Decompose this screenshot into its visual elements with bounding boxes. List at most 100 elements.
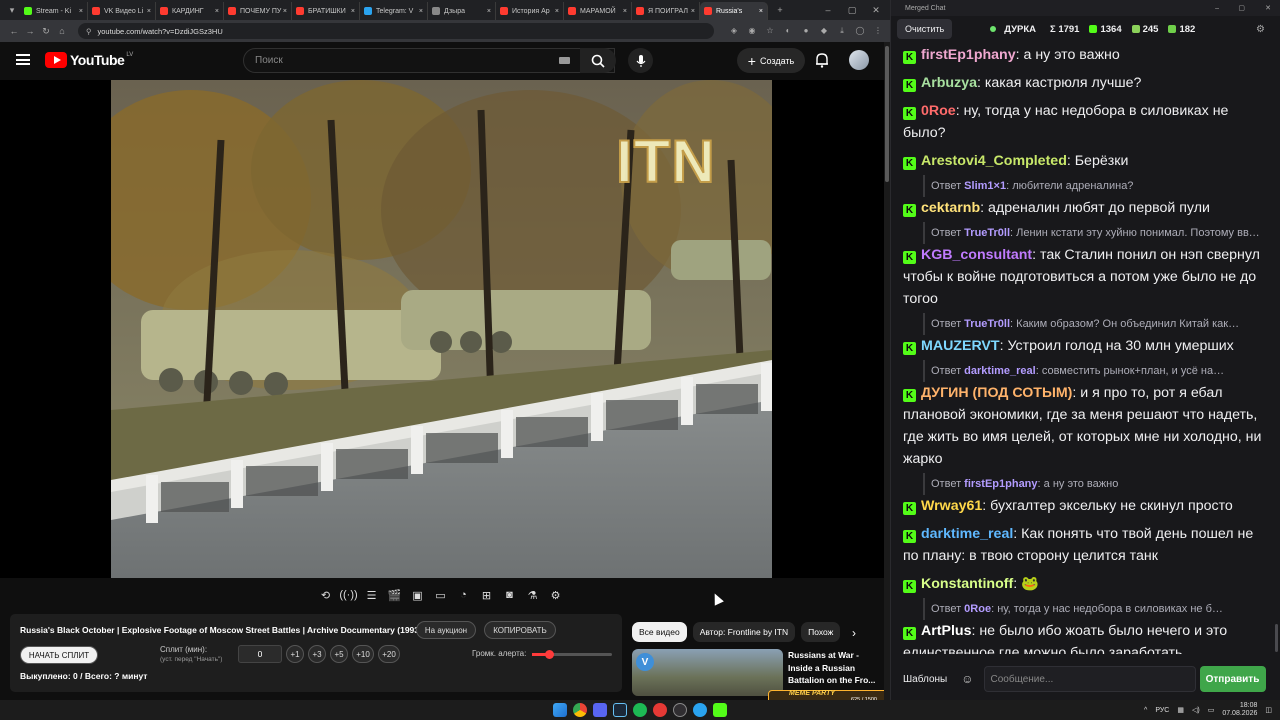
url-field[interactable]: ⚲ youtube.com/watch?v=DzdiJGSz3HU (78, 23, 714, 39)
clapperboard-icon[interactable]: 🎬 (385, 586, 404, 604)
extension-icon[interactable]: ◉ (746, 26, 758, 36)
chips-next-arrow[interactable]: › (852, 626, 856, 640)
page-scrollbar-thumb[interactable] (885, 46, 889, 182)
red-app-icon[interactable] (653, 703, 667, 717)
chrome-icon[interactable] (573, 703, 587, 717)
emoji-picker-icon[interactable]: ☺ (961, 672, 973, 686)
browser-tab[interactable]: История Ар × (496, 2, 564, 20)
chat-username[interactable]: ArtPlus (921, 623, 971, 639)
chat-username[interactable]: Wrway61 (921, 498, 982, 514)
kick-app-icon[interactable] (713, 703, 727, 717)
filter-chip[interactable]: Все видео (632, 622, 687, 642)
send-message-button[interactable]: Отправить (1199, 666, 1266, 692)
chat-username[interactable]: KGB_consultant (921, 247, 1032, 263)
forward-icon[interactable]: → (22, 26, 38, 36)
tab-close-icon[interactable]: × (691, 8, 695, 15)
filter-chip[interactable]: Автор: Frontline by ITN (692, 622, 796, 642)
extension-icon[interactable]: ◈ (728, 26, 740, 36)
add-to-queue-icon[interactable]: ⊞ (477, 586, 496, 604)
notifications-icon[interactable]: ◫ (1265, 706, 1272, 714)
copy-button[interactable]: КОПИРОВАТЬ (484, 621, 556, 639)
reply-username[interactable]: TrueTr0ll (964, 318, 1010, 330)
reply-username[interactable]: 0Roe (964, 603, 991, 615)
keyboard-icon[interactable] (559, 57, 570, 64)
tray-overflow-icon[interactable]: ^ (1144, 707, 1147, 714)
youtube-logo[interactable]: YouTube LV (45, 52, 133, 68)
split-increment-button[interactable]: +1 (286, 645, 304, 663)
telegram-icon[interactable] (693, 703, 707, 717)
browser-tab[interactable]: VK Видео Li × (88, 2, 156, 20)
gear-icon[interactable]: ⚙ (546, 586, 565, 604)
chat-username[interactable]: Arbuzya (921, 75, 977, 91)
tab-close-icon[interactable]: × (487, 8, 491, 15)
tab-close-icon[interactable]: × (555, 8, 559, 15)
split-increment-button[interactable]: +10 (352, 645, 374, 663)
chat-scrollbar-thumb[interactable] (1275, 624, 1278, 652)
playlist-settings-icon[interactable]: ☰ (362, 586, 381, 604)
chat-username[interactable]: ДУГИН (ПОД СОТЫМ) (921, 385, 1072, 401)
loop-icon[interactable]: ⟲ (316, 586, 335, 604)
chat-minimize-button[interactable]: – (1215, 5, 1219, 12)
browser-tab[interactable]: Дзыра × (428, 2, 496, 20)
chat-username[interactable]: darktime_real (921, 526, 1013, 542)
reply-username[interactable]: firstEp1phany (964, 478, 1037, 490)
chat-username[interactable]: Konstantinoff (921, 576, 1013, 592)
split-increment-button[interactable]: +3 (308, 645, 326, 663)
home-icon[interactable]: ⌂ (54, 26, 70, 36)
alert-volume-slider[interactable] (532, 650, 612, 659)
notifications-bell-icon[interactable] (815, 52, 829, 68)
tab-close-icon[interactable]: × (623, 8, 627, 15)
voice-search-button[interactable] (628, 48, 653, 73)
video-frame[interactable]: ITN (111, 80, 772, 578)
volume-icon[interactable]: ◁) (1192, 706, 1200, 714)
browser-tab[interactable]: БРАТИШКИ × (292, 2, 360, 20)
site-info-icon[interactable]: ⚲ (86, 27, 92, 36)
browser-tab[interactable]: Telegram: V × (360, 2, 428, 20)
browser-tab[interactable]: КАРДИНГ × (156, 2, 224, 20)
minimize-button[interactable]: – (820, 5, 836, 15)
browser-tab[interactable]: Я ПОИГРАЛ × (632, 2, 700, 20)
menu-hamburger-icon[interactable] (16, 54, 30, 65)
reply-username[interactable]: darktime_real (964, 365, 1036, 377)
new-tab-button[interactable]: + (772, 5, 788, 15)
tab-close-icon[interactable]: × (79, 8, 83, 15)
create-button[interactable]: + Создать (737, 48, 805, 73)
browser-tab[interactable]: Stream - Ki × (20, 2, 88, 20)
reply-username[interactable]: TrueTr0ll (964, 227, 1010, 239)
clear-chat-button[interactable]: Очистить (897, 19, 953, 39)
tab-close-icon[interactable]: × (759, 8, 763, 15)
menu-kebab-icon[interactable]: ⋮ (872, 26, 884, 36)
chat-maximize-button[interactable]: ▢ (1238, 4, 1245, 12)
flask-icon[interactable]: ⚗ (523, 586, 542, 604)
video-player[interactable]: ITN (0, 80, 884, 578)
discord-icon[interactable] (593, 703, 607, 717)
start-menu-icon[interactable] (553, 703, 567, 717)
extension-icon[interactable]: ◆ (818, 26, 830, 36)
browser-tab[interactable]: ПОЧЕМУ ПУ × (224, 2, 292, 20)
chat-username[interactable]: MAUZERVT (921, 338, 1000, 354)
browser-tab[interactable]: МАРАМОЙ × (564, 2, 632, 20)
split-minutes-input[interactable]: 0 (238, 645, 282, 663)
start-split-button[interactable]: НАЧАТЬ СПЛИТ (20, 646, 98, 664)
auction-button[interactable]: На аукцион (416, 621, 476, 639)
extension-icon[interactable]: ◐ (782, 26, 794, 36)
chat-message-input[interactable]: Сообщение... (983, 666, 1196, 692)
chat-username[interactable]: firstEp1phany (921, 47, 1016, 63)
screenshot-camera-icon[interactable]: ◙ (500, 586, 519, 604)
tab-close-icon[interactable]: × (215, 8, 219, 15)
search-button[interactable] (580, 48, 616, 73)
tab-close-icon[interactable]: × (283, 8, 287, 15)
tab-close-icon[interactable]: × (147, 8, 151, 15)
chat-username[interactable]: 0Roe (921, 103, 956, 119)
bookmark-star-icon[interactable]: ☆ (764, 26, 776, 36)
filter-chip[interactable]: Похож (801, 622, 841, 642)
close-window-button[interactable]: ✕ (868, 5, 884, 16)
tab-close-icon[interactable]: × (419, 8, 423, 15)
chat-username[interactable]: cektarnb (921, 200, 980, 216)
download-icon[interactable]: ⤓ (836, 26, 848, 36)
reload-icon[interactable]: ↻ (38, 26, 54, 37)
split-increment-button[interactable]: +5 (330, 645, 348, 663)
avatar[interactable] (849, 50, 869, 70)
extension-icon[interactable]: ● (800, 26, 812, 36)
picture-in-picture-icon[interactable]: ▣ (408, 586, 427, 604)
